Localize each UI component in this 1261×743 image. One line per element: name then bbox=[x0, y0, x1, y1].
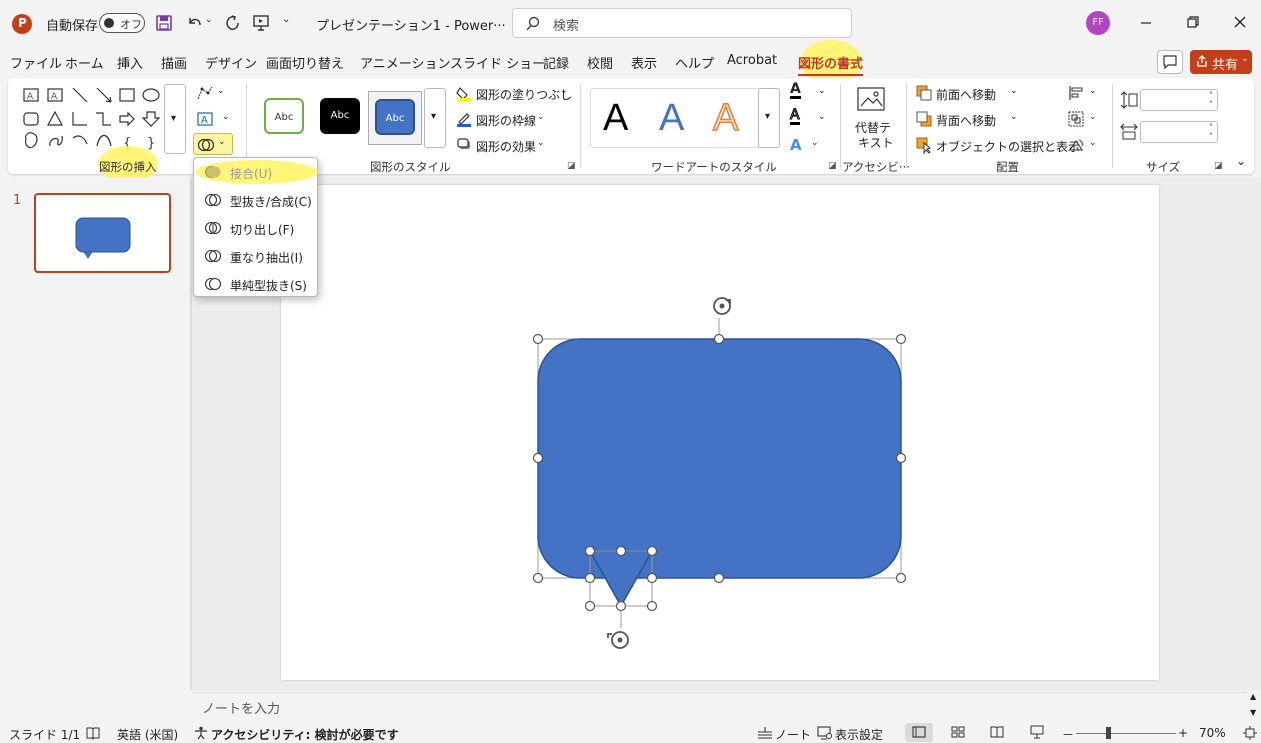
menu-item-label: 型抜き/合成(C) bbox=[230, 195, 312, 209]
zoom-out-button[interactable]: － bbox=[1062, 726, 1074, 743]
resize-handle[interactable] bbox=[646, 545, 658, 557]
menu-item-fragment[interactable]: 切り出し(F) bbox=[194, 215, 317, 241]
merge-shapes-menu: 接合(U) 型抜き/合成(C) 切り出し(F) 重なり抽出(I) 単純型抜き(S… bbox=[193, 157, 318, 297]
scroll-down-icon[interactable]: ▼ bbox=[1250, 708, 1256, 717]
resize-handle[interactable] bbox=[895, 572, 907, 584]
resize-handle[interactable] bbox=[532, 572, 544, 584]
union-icon bbox=[204, 164, 222, 180]
normal-view-icon bbox=[912, 726, 926, 738]
intersect-icon bbox=[204, 248, 222, 264]
resize-handle[interactable] bbox=[532, 452, 544, 464]
resize-handle[interactable] bbox=[532, 333, 544, 345]
accessibility-status[interactable]: アクセシビリティ: 検討が必要です bbox=[211, 726, 399, 743]
resize-handle[interactable] bbox=[584, 545, 596, 557]
accessibility-icon[interactable] bbox=[194, 726, 208, 740]
vertical-scrollbar[interactable]: ▲ ▼ bbox=[1249, 692, 1261, 720]
menu-item-label: 切り出し(F) bbox=[230, 223, 295, 237]
slide-count: スライド 1/1 bbox=[9, 728, 81, 742]
combine-icon bbox=[204, 192, 222, 208]
subtract-icon bbox=[204, 276, 222, 292]
fit-to-window-icon[interactable] bbox=[1243, 726, 1257, 740]
resize-handle[interactable] bbox=[584, 600, 596, 612]
menu-item-label: 接合(U) bbox=[230, 167, 273, 181]
zoom-slider-thumb[interactable] bbox=[1106, 727, 1111, 739]
notes-button[interactable]: ノート bbox=[775, 726, 811, 743]
resize-handle[interactable] bbox=[713, 572, 725, 584]
zoom-in-button[interactable]: + bbox=[1178, 726, 1188, 740]
resize-handle[interactable] bbox=[646, 572, 658, 584]
rounded-rectangle-shape[interactable] bbox=[537, 338, 902, 579]
resize-handle[interactable] bbox=[584, 572, 596, 584]
notes-placeholder: ノートを入力 bbox=[202, 702, 281, 717]
menu-item-subtract[interactable]: 単純型抜き(S) bbox=[194, 271, 317, 297]
menu-item-label: 重なり抽出(I) bbox=[230, 251, 303, 265]
fragment-icon bbox=[204, 220, 222, 236]
resize-handle[interactable] bbox=[615, 545, 627, 557]
menu-item-intersect[interactable]: 重なり抽出(I) bbox=[194, 243, 317, 269]
resize-handle[interactable] bbox=[895, 452, 907, 464]
resize-handle[interactable] bbox=[615, 600, 627, 612]
view-normal-button[interactable] bbox=[905, 723, 933, 742]
zoom-slider[interactable] bbox=[1076, 733, 1176, 734]
scroll-up-icon[interactable]: ▲ bbox=[1250, 692, 1256, 701]
display-settings-button[interactable]: 表示設定 bbox=[835, 726, 883, 743]
notes-pane[interactable]: ノートを入力 bbox=[192, 692, 1247, 718]
slideshow-view-icon[interactable] bbox=[1030, 725, 1044, 739]
spelling-check-icon[interactable] bbox=[86, 727, 100, 740]
slide-sorter-icon[interactable] bbox=[951, 726, 965, 738]
resize-handle[interactable] bbox=[646, 600, 658, 612]
zoom-level[interactable]: 70% bbox=[1199, 726, 1226, 740]
notes-icon[interactable] bbox=[757, 726, 773, 740]
rotate-handle-icon[interactable] bbox=[607, 631, 629, 649]
language-indicator[interactable]: 英語 (米国) bbox=[117, 726, 178, 743]
resize-handle[interactable] bbox=[895, 333, 907, 345]
menu-item-label: 単純型抜き(S) bbox=[230, 279, 307, 293]
menu-item-union[interactable]: 接合(U) bbox=[194, 159, 317, 185]
display-settings-icon[interactable] bbox=[817, 726, 833, 740]
reading-view-icon[interactable] bbox=[990, 726, 1004, 738]
resize-handle[interactable] bbox=[713, 333, 725, 345]
slide-shapes bbox=[532, 297, 907, 649]
menu-item-combine[interactable]: 型抜き/合成(C) bbox=[194, 187, 317, 213]
rotate-handle-icon[interactable] bbox=[713, 297, 731, 315]
